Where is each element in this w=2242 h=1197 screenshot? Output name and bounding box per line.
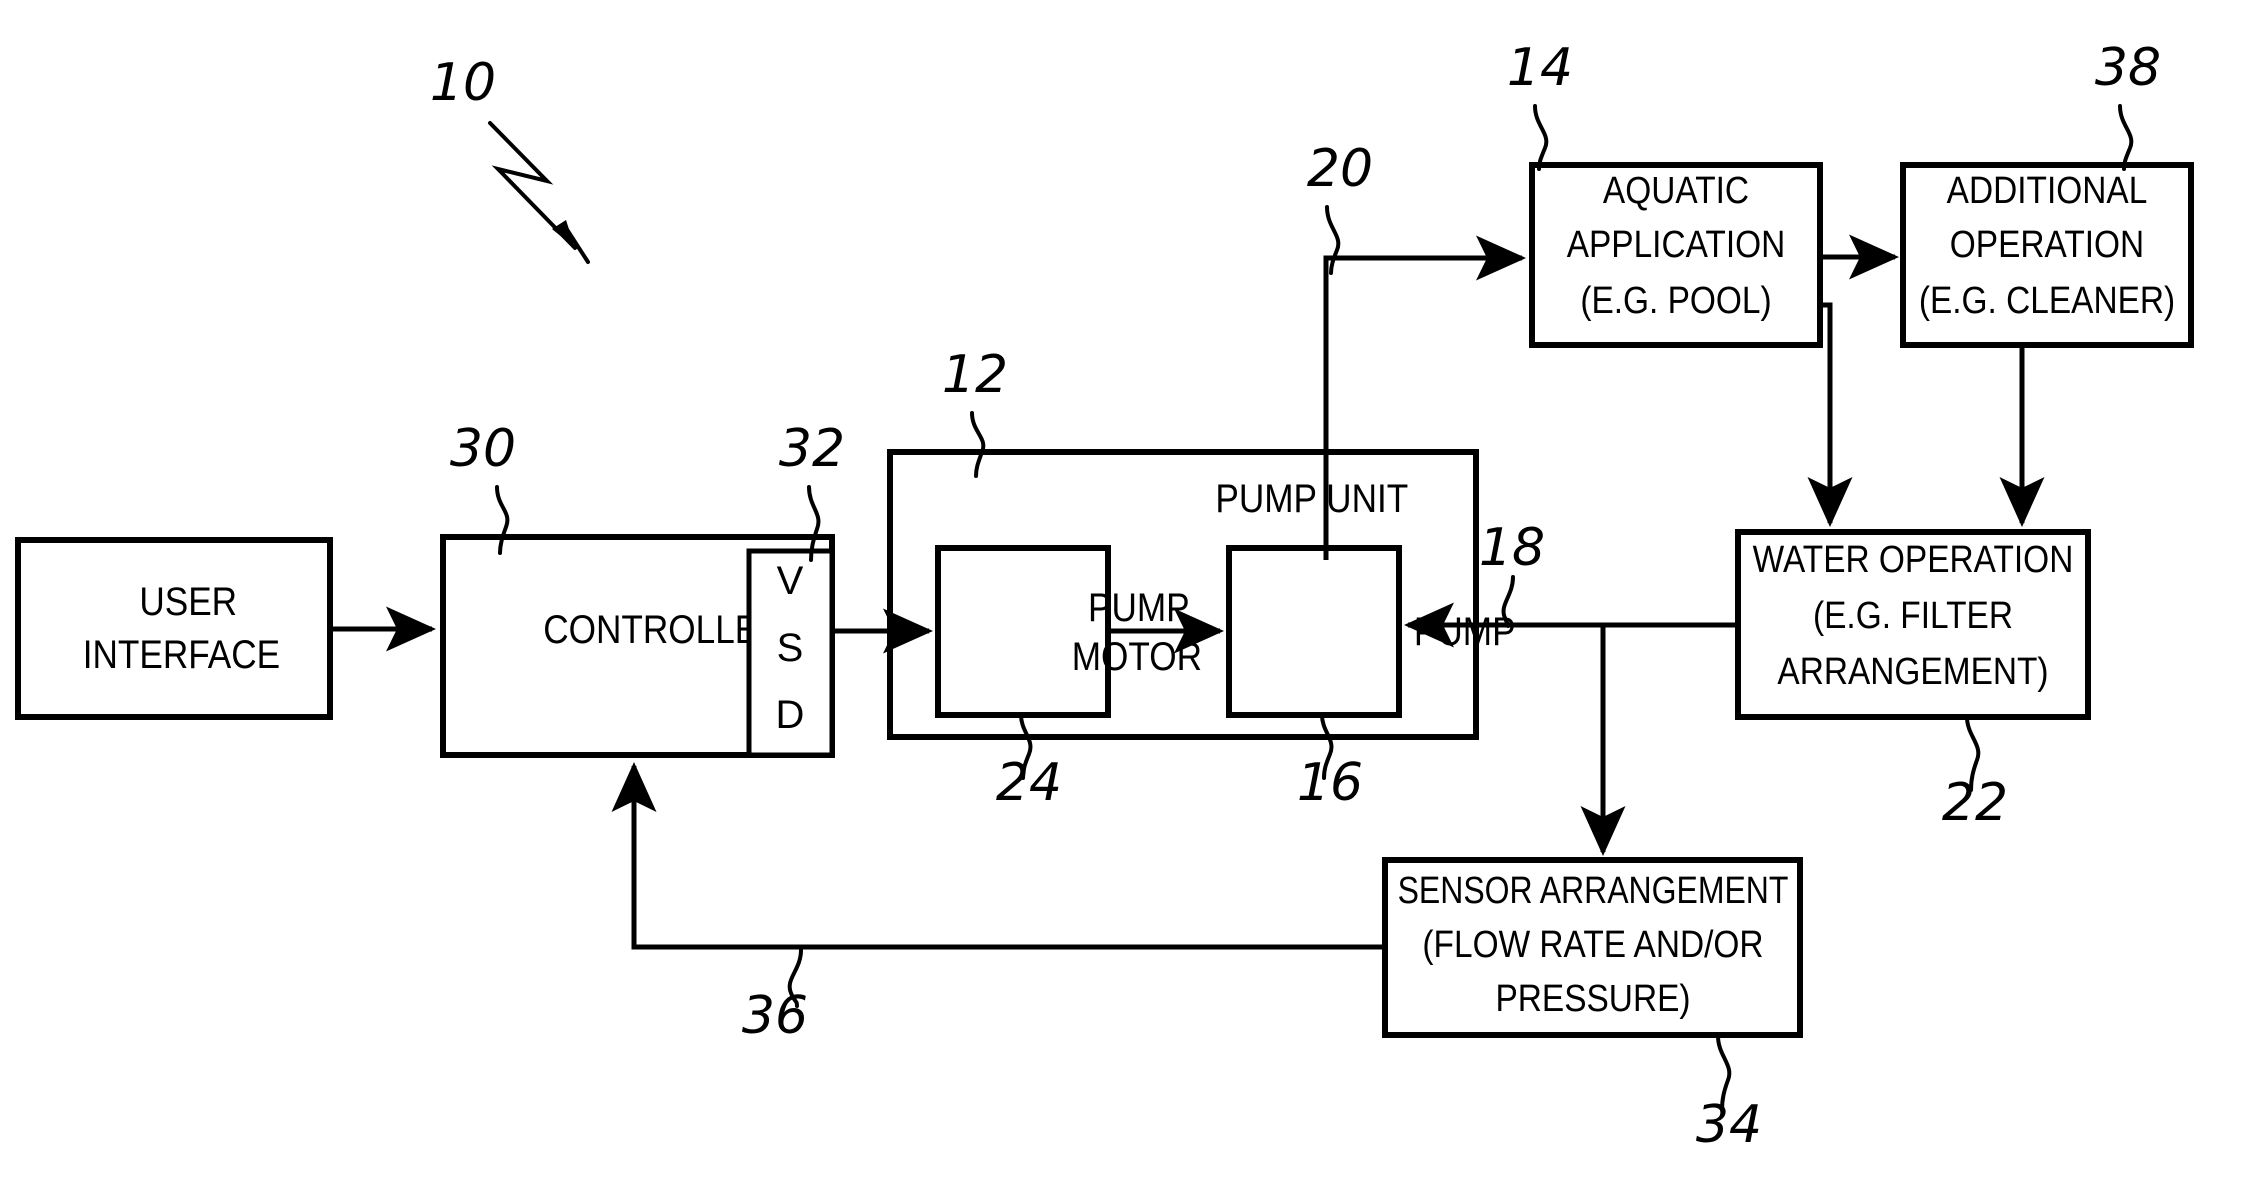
pump-motor-label-line-2: MOTOR bbox=[1072, 634, 1202, 679]
water-operation-label-line-1: WATER OPERATION bbox=[1753, 538, 2074, 580]
water-operation-label-line-2: (E.G. FILTER bbox=[1813, 594, 2013, 636]
pump-label: PUMP bbox=[1414, 609, 1516, 654]
ref-numeral-14: 14 bbox=[1507, 38, 1573, 98]
ref-numeral-16: 16 bbox=[1297, 753, 1363, 813]
ref-numeral-20: 20 bbox=[1307, 139, 1373, 199]
ref-group-22: 22 bbox=[1942, 715, 2008, 833]
block-user-interface[interactable]: USER INTERFACE bbox=[15, 537, 333, 720]
block-sensor-arrangement[interactable]: SENSOR ARRANGEMENT (FLOW RATE AND/OR PRE… bbox=[1382, 857, 1803, 1038]
block-pump-unit[interactable]: PUMP UNIT PUMP MOTOR PUMP bbox=[887, 449, 1516, 740]
ref-numeral-12: 12 bbox=[942, 345, 1008, 405]
ref-numeral-22: 22 bbox=[1942, 773, 2008, 833]
ref-numeral-18: 18 bbox=[1479, 518, 1545, 578]
aquatic-application-label-line-1: AQUATIC bbox=[1603, 169, 1749, 211]
ref-group-20: 20 bbox=[1307, 139, 1373, 275]
ref-group-14: 14 bbox=[1507, 38, 1573, 171]
ref-numeral-38: 38 bbox=[2095, 38, 2161, 98]
ref-numeral-30: 30 bbox=[450, 419, 516, 479]
block-vsd[interactable]: V S D bbox=[746, 548, 835, 758]
block-controller[interactable]: CONTROLLER V S D bbox=[440, 534, 835, 758]
ref-group-34: 34 bbox=[1696, 1034, 1762, 1155]
additional-operation-label-line-3: (E.G. CLEANER) bbox=[1919, 279, 2175, 321]
aquatic-application-label-line-3: (E.G. POOL) bbox=[1580, 279, 1771, 321]
aquatic-application-label-line-2: APPLICATION bbox=[1567, 223, 1786, 265]
ref-numeral-24: 24 bbox=[996, 753, 1062, 813]
additional-operation-label-line-1: ADDITIONAL bbox=[1947, 169, 2148, 211]
ref-numeral-10: 10 bbox=[430, 53, 496, 113]
pump-motor-box[interactable] bbox=[935, 545, 1111, 718]
sensor-arrangement-label-line-1: SENSOR ARRANGEMENT bbox=[1398, 869, 1789, 911]
user-interface-box[interactable] bbox=[15, 537, 333, 720]
pump-motor-label-line-1: PUMP bbox=[1088, 585, 1190, 630]
sensor-arrangement-label-line-2: (FLOW RATE AND/OR bbox=[1422, 923, 1763, 965]
user-interface-label-line-1: USER bbox=[139, 579, 237, 624]
ref-group-30: 30 bbox=[450, 419, 516, 555]
ref-numeral-32: 32 bbox=[779, 419, 845, 479]
sensor-arrangement-label-line-3: PRESSURE) bbox=[1495, 977, 1690, 1019]
figure-numeral-10-group: 10 bbox=[430, 53, 590, 264]
ref-group-36: 36 bbox=[742, 948, 808, 1046]
ref-leader-38 bbox=[2118, 104, 2134, 171]
pump-unit-label: PUMP UNIT bbox=[1215, 476, 1408, 521]
ref-numeral-34: 34 bbox=[1696, 1095, 1762, 1155]
block-aquatic-application[interactable]: AQUATIC APPLICATION (E.G. POOL) bbox=[1529, 162, 1823, 348]
patent-figure: 10 USER INTERFACE CONTROLLER V S D 30 32… bbox=[0, 0, 2242, 1197]
ref-leader-20 bbox=[1325, 205, 1341, 275]
vsd-letter-s: S bbox=[777, 626, 804, 670]
user-interface-label-line-2: INTERFACE bbox=[83, 632, 280, 677]
ref-group-38: 38 bbox=[2095, 38, 2161, 171]
block-additional-operation[interactable]: ADDITIONAL OPERATION (E.G. CLEANER) bbox=[1900, 162, 2194, 348]
additional-operation-label-line-2: OPERATION bbox=[1950, 223, 2144, 265]
ref-leader-14 bbox=[1533, 104, 1549, 171]
pump-box[interactable] bbox=[1226, 545, 1402, 718]
block-diagram-canvas: 10 USER INTERFACE CONTROLLER V S D 30 32… bbox=[15, 38, 2194, 1155]
vsd-letter-d: D bbox=[776, 693, 805, 737]
vsd-letter-v: V bbox=[777, 559, 804, 603]
water-operation-label-line-3: ARRANGEMENT) bbox=[1777, 650, 2048, 692]
ref-numeral-36: 36 bbox=[742, 986, 808, 1046]
block-water-operation[interactable]: WATER OPERATION (E.G. FILTER ARRANGEMENT… bbox=[1735, 529, 2091, 720]
